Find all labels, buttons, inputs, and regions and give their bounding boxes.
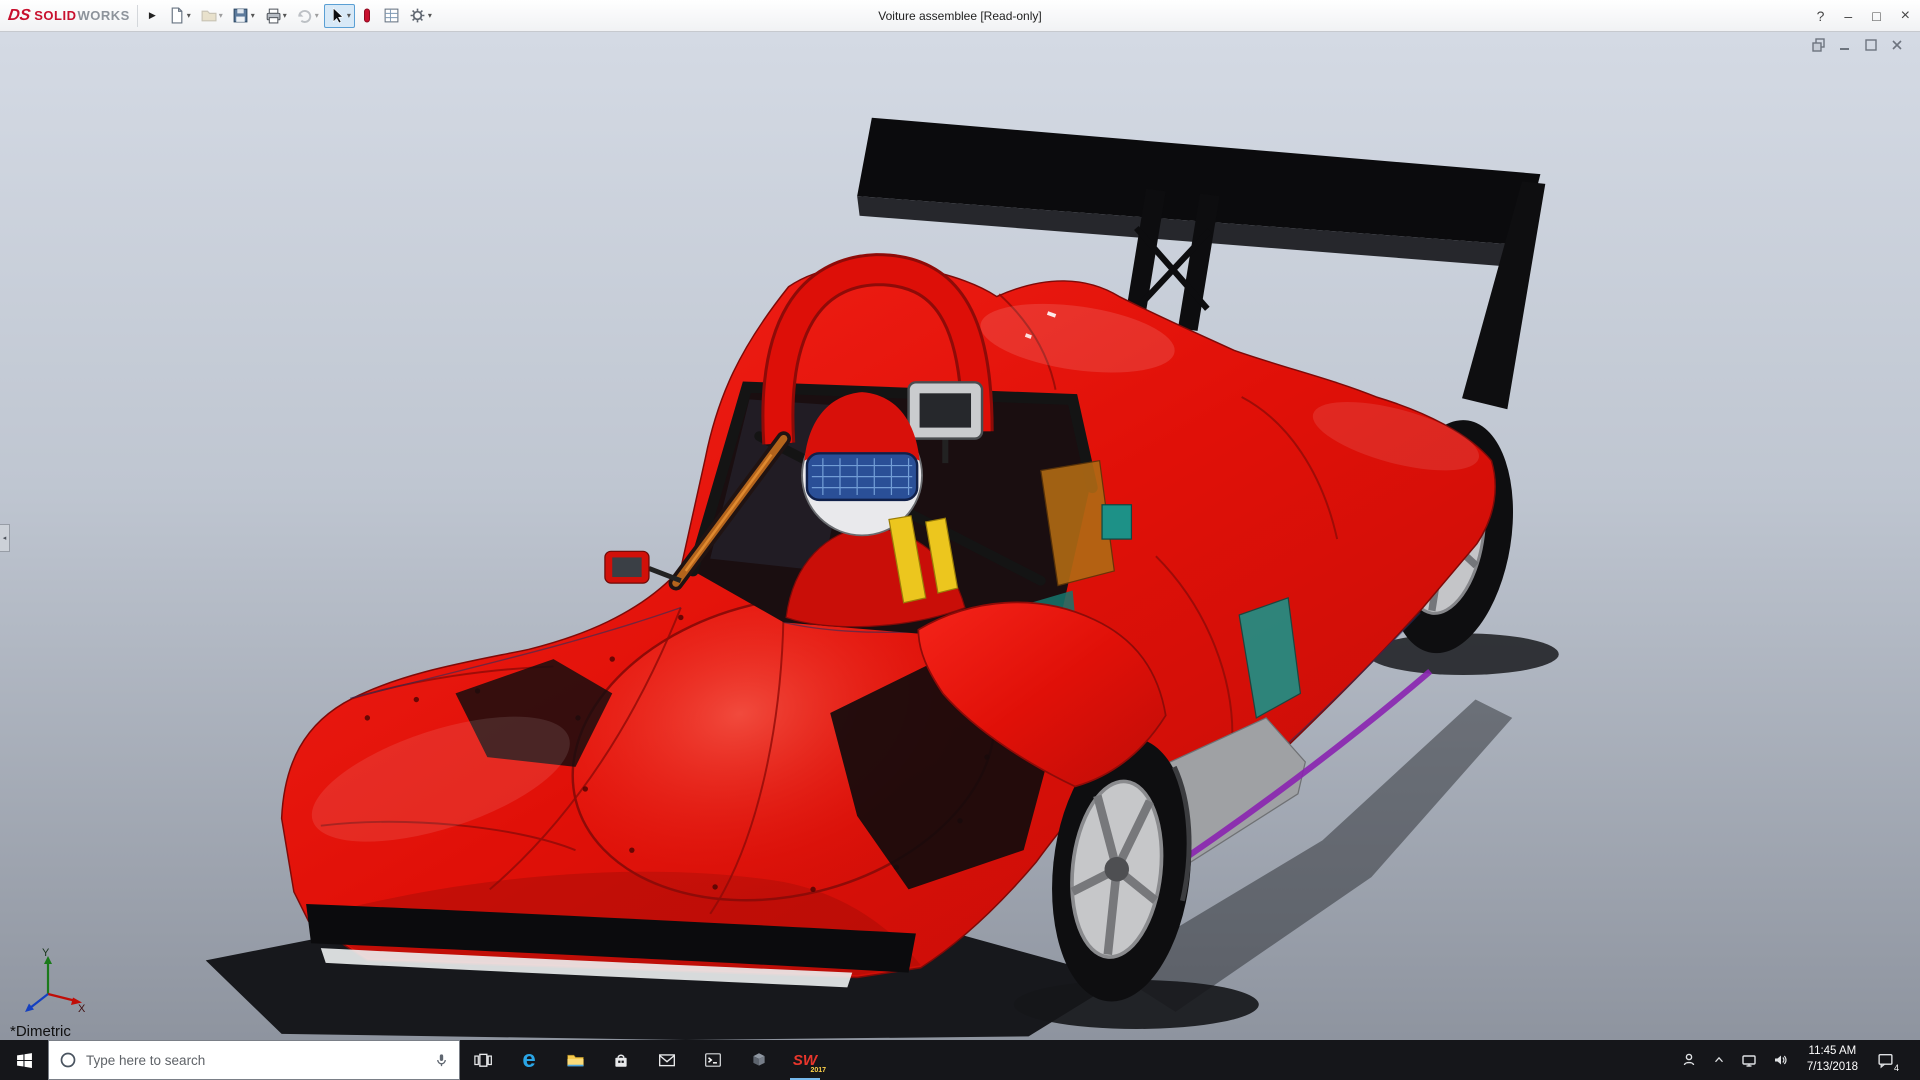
cube-icon (750, 1051, 768, 1069)
speaker-icon (1772, 1052, 1788, 1068)
taskbar-store-button[interactable] (598, 1040, 644, 1080)
restore-doc-icon[interactable] (1812, 38, 1826, 52)
options-button[interactable]: ▾ (405, 4, 436, 28)
open-folder-icon (200, 7, 217, 24)
taskbar-search[interactable] (48, 1040, 460, 1080)
axis-x-label: X (78, 1003, 86, 1015)
action-center-icon (1877, 1052, 1894, 1069)
save-floppy-icon (232, 7, 249, 24)
brand-solid-text: SOLID (34, 8, 76, 23)
red-capsule-icon (360, 7, 374, 24)
start-button[interactable] (0, 1040, 48, 1080)
graphics-viewport[interactable]: ◂ Y X *Dimetric (0, 32, 1920, 1040)
tray-overflow-button[interactable] (1712, 1053, 1726, 1067)
toolbar-separator (137, 5, 138, 27)
windows-taskbar: e (0, 1040, 1920, 1080)
axis-y-label: Y (42, 947, 50, 959)
dropdown-caret[interactable]: ▾ (219, 11, 223, 20)
window-title: Voiture assemblee [Read-only] (878, 9, 1041, 23)
ds-logo-icon: DS (7, 7, 32, 25)
people-icon (1681, 1052, 1697, 1068)
brand-works-text: WORKS (77, 8, 129, 23)
dropdown-caret[interactable]: ▾ (428, 11, 432, 20)
taskbar-mail-button[interactable] (644, 1040, 690, 1080)
chevron-up-icon (1712, 1053, 1726, 1067)
taskbar-composer-button[interactable] (736, 1040, 782, 1080)
network-icon (1741, 1052, 1757, 1068)
maximize-doc-icon[interactable] (1864, 38, 1878, 52)
task-view-button[interactable] (460, 1040, 506, 1080)
sw-year-label: 2017 (811, 1067, 827, 1074)
new-document-icon (168, 7, 185, 24)
dropdown-caret[interactable]: ▾ (187, 11, 191, 20)
document-window-controls (1812, 38, 1904, 52)
store-bag-icon (612, 1051, 630, 1069)
edge-icon: e (522, 1048, 535, 1072)
microphone-icon[interactable] (434, 1053, 449, 1068)
clock-time: 11:45 AM (1807, 1044, 1858, 1060)
open-document-button[interactable]: ▾ (196, 4, 227, 28)
clock-date: 7/13/2018 (1807, 1060, 1858, 1076)
minimize-doc-icon[interactable] (1838, 38, 1852, 52)
print-button[interactable]: ▾ (260, 4, 291, 28)
search-input[interactable] (86, 1053, 425, 1068)
toolbar-flyout-button[interactable]: ▶ (145, 8, 160, 23)
collapse-arrow-icon: ◂ (3, 534, 7, 542)
solidworks-window: DS SOLID WORKS ▶ ▾ ▾ (0, 0, 1920, 1080)
file-explorer-icon (566, 1051, 585, 1070)
network-button[interactable] (1741, 1052, 1757, 1068)
sheet-grid-icon (383, 7, 400, 24)
minimize-button[interactable]: – (1844, 8, 1852, 24)
dropdown-caret[interactable]: ▾ (315, 11, 319, 20)
taskbar-explorer-button[interactable] (552, 1040, 598, 1080)
mail-envelope-icon (658, 1051, 676, 1069)
dropdown-caret[interactable]: ▾ (251, 11, 255, 20)
taskbar-solidworks-button[interactable]: SW 2017 (782, 1040, 828, 1080)
title-bar: DS SOLID WORKS ▶ ▾ ▾ (0, 0, 1920, 32)
system-tray: 11:45 AM 7/13/2018 4 (1681, 1040, 1920, 1080)
save-button[interactable]: ▾ (228, 4, 259, 28)
panel-collapse-nub[interactable]: ◂ (0, 524, 10, 552)
command-prompt-icon (704, 1051, 722, 1069)
taskbar-terminal-button[interactable] (690, 1040, 736, 1080)
volume-button[interactable] (1772, 1052, 1788, 1068)
teal-accent (1102, 505, 1131, 539)
3d-scene[interactable] (0, 32, 1920, 1040)
orientation-triad: Y X (14, 944, 88, 1018)
window-controls: ? – □ × (1817, 0, 1910, 32)
main-toolbar: ▾ ▾ ▾ (164, 4, 436, 28)
task-view-icon (474, 1051, 492, 1069)
notification-badge: 4 (1893, 1063, 1900, 1073)
cortana-icon (59, 1051, 77, 1069)
undo-button[interactable]: ▾ (292, 4, 323, 28)
new-document-button[interactable]: ▾ (164, 4, 195, 28)
report-sheet-button[interactable] (379, 4, 404, 28)
action-center-button[interactable]: 4 (1877, 1052, 1894, 1069)
select-cursor-icon (328, 7, 345, 24)
print-icon (264, 7, 281, 24)
help-button[interactable]: ? (1817, 8, 1825, 24)
taskbar-clock[interactable]: 11:45 AM 7/13/2018 (1803, 1044, 1862, 1075)
appearance-button[interactable] (356, 4, 378, 28)
windows-logo-icon (16, 1052, 33, 1069)
view-orientation-label: *Dimetric (10, 1023, 71, 1040)
solidworks-app-icon: SW 2017 (793, 1052, 817, 1069)
people-button[interactable] (1681, 1052, 1697, 1068)
taskbar-edge-button[interactable]: e (506, 1040, 552, 1080)
select-tool-button[interactable]: ▾ (324, 4, 355, 28)
undo-arrow-icon (296, 7, 313, 24)
gear-icon (409, 7, 426, 24)
maximize-button[interactable]: □ (1872, 8, 1880, 24)
dropdown-caret[interactable]: ▾ (347, 11, 351, 20)
dropdown-caret[interactable]: ▾ (283, 11, 287, 20)
close-button[interactable]: × (1901, 7, 1910, 25)
solidworks-logo: DS SOLID WORKS (8, 7, 130, 25)
close-doc-icon[interactable] (1890, 38, 1904, 52)
